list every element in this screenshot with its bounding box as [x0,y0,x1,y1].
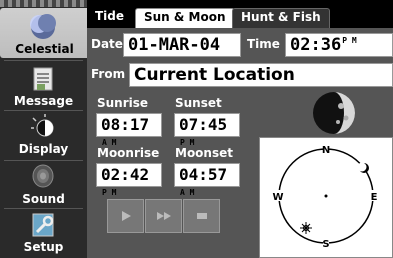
sky-chart: N S E W [259,137,393,258]
date-label: Date [91,37,123,51]
sidebar-item-label: Celestial [15,42,74,56]
tab-hunt-fish[interactable]: Hunt & Fish [232,8,330,28]
moonset-field: 04:57 A M [174,163,240,197]
from-label: From [91,67,126,81]
date-field[interactable]: 01-MAR-04 [123,33,241,57]
date-value: 01-MAR-04 [128,35,221,55]
sidebar-item-label: Message [13,94,74,108]
sunrise-label: Sunrise [97,96,149,110]
sunrise-value: 08:17 [101,115,150,134]
sun-moon-panel: Date 01-MAR-04 Time 02:36P M From Curren… [87,28,393,258]
contrast-icon [31,114,54,137]
moonset-label: Moonset [175,146,233,160]
sidebar: Celestial Message Display Sound Setup [0,0,89,258]
speaker-icon [32,164,54,188]
compass-east: E [371,192,378,203]
sidebar-item-display[interactable]: Display [0,108,87,158]
play-button[interactable] [107,199,144,233]
time-field[interactable]: 02:36P M [285,33,393,57]
compass-north: N [322,145,330,156]
moonset-value: 04:57 [179,165,228,184]
tab-sun-moon[interactable]: Sun & Moon [135,8,235,28]
moonrise-label: Moonrise [97,146,160,160]
tab-bar: Tide Sun & Moon Hunt & Fish [87,0,393,28]
sunrise-field: 08:17A M [96,113,162,147]
sidebar-item-sound[interactable]: Sound [0,158,87,208]
compass-south: S [322,239,329,250]
from-value: Current Location [134,65,295,85]
from-field[interactable]: Current Location [129,63,393,87]
time-label: Time [247,37,280,51]
time-ampm: P M [342,36,357,45]
sun-position-icon [300,222,312,234]
sidebar-item-label: Setup [23,240,64,254]
sidebar-item-celestial[interactable]: Celestial [0,8,89,58]
stop-icon [196,213,207,219]
wrench-icon [32,213,54,237]
sunset-value: 07:45 [179,115,228,134]
screen: Celestial Message Display Sound Setup Ti… [0,0,393,258]
compass-west: W [272,192,283,203]
play-icon [121,211,131,221]
zenith-dot [324,194,328,198]
moon-icon [30,14,56,39]
sidebar-item-message[interactable]: Message [0,60,87,110]
sunset-label: Sunset [175,96,222,110]
sidebar-item-label: Display [18,142,69,156]
fast-forward-icon [156,212,171,220]
time-value: 02:36 [290,35,342,55]
moon-phase-icon [313,92,355,134]
sidebar-item-setup[interactable]: Setup [0,206,87,256]
sidebar-item-label: Sound [22,192,65,206]
moon-position-icon [357,162,369,173]
moonrise-value: 02:42 [101,165,150,184]
envelope-icon [33,67,53,91]
moonrise-field: 02:42 P M [96,163,162,197]
stop-button[interactable] [183,199,220,233]
sky-compass: N S E W [272,145,378,250]
sunset-field: 07:45P M [174,113,240,147]
moonset-ampm: A M [180,188,195,197]
tab-tide[interactable]: Tide [87,8,132,28]
moonrise-ampm: P M [102,188,117,197]
fast-forward-button[interactable] [145,199,182,233]
